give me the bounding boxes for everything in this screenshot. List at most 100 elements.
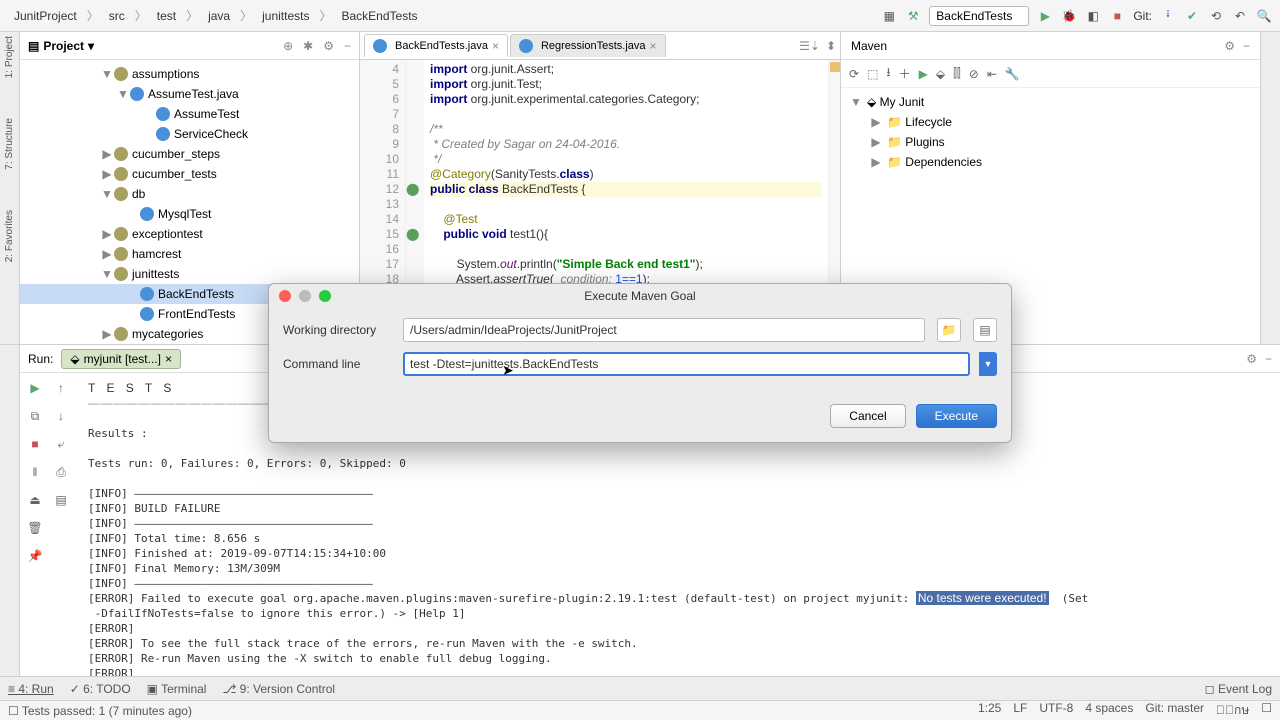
status-item[interactable]: LF — [1013, 701, 1027, 720]
command-line-input[interactable]: test -Dtest=junittests.BackEndTests — [403, 352, 970, 376]
execute-icon[interactable]: ⬙ — [936, 67, 945, 81]
tree-item[interactable]: ▼AssumeTest.java — [20, 84, 359, 104]
maven-node[interactable]: ▶📁 Plugins — [845, 132, 1256, 152]
down-icon[interactable]: ↓ — [50, 405, 72, 427]
maximize-icon[interactable] — [319, 290, 331, 302]
scroll-icon[interactable]: ▤ — [50, 489, 72, 511]
delete-icon[interactable]: 🗑 — [24, 517, 46, 539]
status-item[interactable]: 4 spaces — [1085, 701, 1133, 720]
hide-icon[interactable]: − — [1243, 39, 1250, 53]
print-icon[interactable]: ⎙ — [50, 461, 72, 483]
dialog-title: Execute Maven Goal — [584, 289, 695, 303]
tree-item[interactable]: ServiceCheck — [20, 124, 359, 144]
attach-icon[interactable]: ⧉ — [24, 405, 46, 427]
tree-item[interactable]: MysqlTest — [20, 204, 359, 224]
bottom-tab[interactable]: ⎇ 9: Version Control — [222, 682, 335, 696]
breadcrumb-item[interactable]: BackEndTests — [336, 7, 424, 25]
run-icon[interactable]: ▶ — [1037, 8, 1053, 24]
bottom-tab[interactable]: ▣ Terminal — [147, 682, 207, 696]
breadcrumb-item[interactable]: java — [202, 7, 236, 25]
maven-node[interactable]: ▶📁 Lifecycle — [845, 112, 1256, 132]
wrench-icon[interactable]: 🔧 — [1005, 67, 1020, 81]
stop-icon[interactable]: ■ — [24, 433, 46, 455]
gear-icon[interactable]: ⚙ — [1246, 352, 1257, 366]
editor-tab[interactable]: RegressionTests.java × — [510, 34, 666, 57]
collapse-icon[interactable]: ⇤ — [987, 67, 997, 81]
breadcrumb-item[interactable]: JunitProject — [8, 7, 83, 25]
close-icon[interactable]: × — [492, 39, 499, 53]
pin-icon[interactable]: 📌 — [24, 545, 46, 567]
maven-root[interactable]: ▼⬙ My Junit — [845, 92, 1256, 112]
search-icon[interactable]: 🔍 — [1256, 8, 1272, 24]
hide-icon[interactable]: − — [344, 39, 351, 53]
up-icon[interactable]: ↑ — [50, 377, 72, 399]
debug-icon[interactable]: 🐞 — [1061, 8, 1077, 24]
editor-list-icon[interactable]: ⬍ — [826, 39, 836, 53]
browse-folder-icon[interactable]: 📁 — [937, 318, 961, 342]
hammer-icon[interactable]: ⚒ — [905, 8, 921, 24]
project-title[interactable]: ▤ Project ▾ — [28, 39, 94, 53]
add-icon[interactable]: ＋ — [899, 65, 911, 82]
gear-icon[interactable]: ⚙ — [323, 39, 334, 53]
maven-node[interactable]: ▶📁 Dependencies — [845, 152, 1256, 172]
stop-icon[interactable]: ■ — [1109, 8, 1125, 24]
refresh-icon[interactable]: ⟳ — [849, 67, 859, 81]
status-item[interactable]: Git: master — [1145, 701, 1204, 720]
target-icon[interactable]: ⊕ — [283, 39, 293, 53]
command-history-dropdown[interactable]: ▼ — [979, 352, 997, 376]
generate-icon[interactable]: ⬚ — [867, 67, 878, 81]
tree-item[interactable]: ▶hamcrest — [20, 244, 359, 264]
editor-tab[interactable]: BackEndTests.java × — [364, 34, 508, 57]
git-label: Git: — [1133, 9, 1152, 23]
status-item[interactable]: UTF-8 — [1039, 701, 1073, 720]
bottom-tab[interactable]: ✓ 6: TODO — [70, 682, 131, 696]
status-item[interactable]: ☐ — [1261, 701, 1272, 720]
status-item[interactable]: �ักษ — [1216, 701, 1249, 720]
tree-item[interactable]: ▼assumptions — [20, 64, 359, 84]
breadcrumb-item[interactable]: src — [103, 7, 131, 25]
tree-item[interactable]: AssumeTest — [20, 104, 359, 124]
tree-item[interactable]: ▼junittests — [20, 264, 359, 284]
wrap-icon[interactable]: ⤶ — [50, 433, 72, 455]
git-revert-icon[interactable]: ↶ — [1232, 8, 1248, 24]
pause-icon[interactable]: ‖ — [24, 461, 46, 483]
execute-button[interactable]: Execute — [916, 404, 997, 428]
tree-item[interactable]: ▼db — [20, 184, 359, 204]
hide-icon[interactable]: − — [1265, 352, 1272, 366]
close-icon[interactable] — [279, 290, 291, 302]
status-message: ☐ Tests passed: 1 (7 minutes ago) — [8, 704, 192, 718]
run-config-dropdown[interactable]: BackEndTests — [929, 6, 1029, 26]
maven-toolbar: ⟳ ⬚ ⭳ ＋ ▶ ⬙ ⫿⫿ ⊘ ⇤ 🔧 — [841, 60, 1260, 88]
breadcrumb-item[interactable]: junittests — [256, 7, 315, 25]
event-log-tab[interactable]: ◻ Event Log — [1205, 682, 1272, 696]
side-tab[interactable]: 1: Project — [4, 36, 15, 78]
git-update-icon[interactable]: ⭭ — [1160, 8, 1176, 24]
git-history-icon[interactable]: ⟲ — [1208, 8, 1224, 24]
download-icon[interactable]: ⭳ — [886, 63, 890, 84]
layout-icon[interactable]: ▦ — [881, 8, 897, 24]
run-tab[interactable]: ⬙ myjunit [test...] × — [61, 349, 181, 369]
side-tab[interactable]: 7: Structure — [4, 118, 15, 170]
close-icon[interactable]: × — [650, 39, 657, 53]
exit-icon[interactable]: ⏏ — [24, 489, 46, 511]
tree-item[interactable]: ▶cucumber_steps — [20, 144, 359, 164]
expand-icon[interactable]: ✱ — [303, 39, 313, 53]
editor-dropdown-icon[interactable]: ☰⇣ — [799, 39, 820, 53]
dialog-titlebar[interactable]: Execute Maven Goal — [269, 284, 1011, 308]
status-item[interactable]: 1:25 — [978, 701, 1001, 720]
working-dir-input[interactable]: /Users/admin/IdeaProjects/JunitProject — [403, 318, 925, 342]
tree-item[interactable]: ▶cucumber_tests — [20, 164, 359, 184]
breadcrumb-item[interactable]: test — [151, 7, 182, 25]
coverage-icon[interactable]: ◧ — [1085, 8, 1101, 24]
tree-item[interactable]: ▶exceptiontest — [20, 224, 359, 244]
offline-icon[interactable]: ⊘ — [969, 67, 979, 81]
gear-icon[interactable]: ⚙ — [1224, 39, 1235, 53]
cancel-button[interactable]: Cancel — [830, 404, 905, 428]
rerun-icon[interactable]: ▶ — [24, 377, 46, 399]
toggle-icon[interactable]: ⫿⫿ — [953, 66, 961, 81]
git-commit-icon[interactable]: ✔ — [1184, 8, 1200, 24]
project-folder-icon[interactable]: ▤ — [973, 318, 997, 342]
bottom-tab[interactable]: ≡ 4: Run — [8, 682, 54, 696]
run-icon[interactable]: ▶ — [919, 67, 928, 81]
side-tab[interactable]: 2: Favorites — [4, 210, 15, 262]
